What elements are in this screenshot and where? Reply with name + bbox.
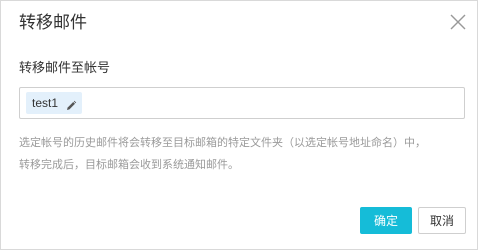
help-text: 选定帐号的历史邮件将会转移至目标邮箱的特定文件夹（以选定帐号地址命名）中， 转移… (19, 132, 465, 176)
help-text-line-1: 选定帐号的历史邮件将会转移至目标邮箱的特定文件夹（以选定帐号地址命名）中， (19, 136, 426, 149)
transfer-mail-dialog: 转移邮件 转移邮件至帐号 test1 选定帐号的历史邮件将会转移至目标邮箱的特定… (0, 0, 478, 250)
dialog-title: 转移邮件 (19, 13, 87, 33)
target-account-label: 转移邮件至帐号 (19, 61, 111, 76)
help-text-line-2: 转移完成后，目标邮箱会收到系统通知邮件。 (19, 158, 239, 171)
target-account-input[interactable]: test1 (19, 87, 465, 119)
account-tag[interactable]: test1 (26, 92, 83, 114)
pencil-icon[interactable] (65, 97, 77, 110)
cancel-button[interactable]: 取消 (418, 207, 466, 234)
confirm-button[interactable]: 确定 (360, 207, 412, 234)
close-icon[interactable] (449, 13, 467, 31)
account-tag-label: test1 (32, 96, 59, 110)
